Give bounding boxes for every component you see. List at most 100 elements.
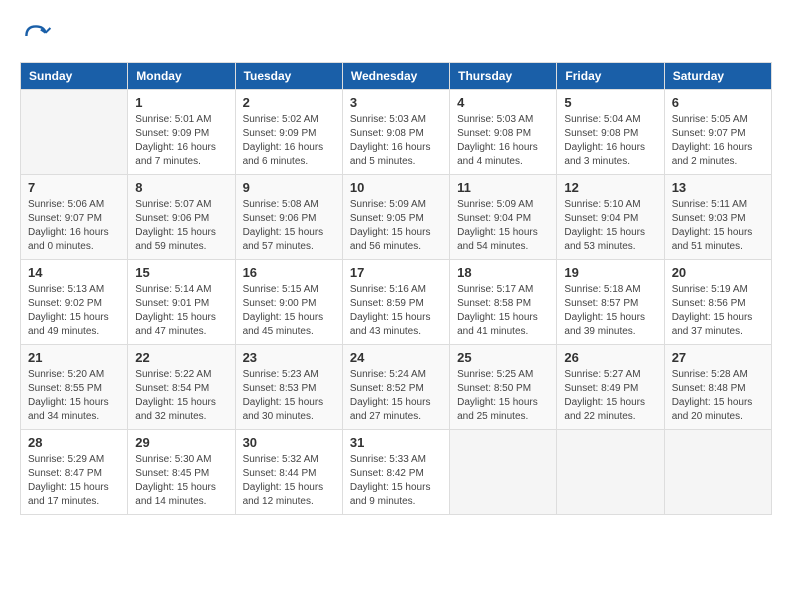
- day-info: Sunrise: 5:02 AM Sunset: 9:09 PM Dayligh…: [243, 113, 335, 169]
- calendar-cell: [450, 430, 557, 515]
- calendar-cell: 31 Sunrise: 5:33 AM Sunset: 8:42 PM Dayli…: [342, 430, 449, 515]
- calendar-cell: 4 Sunrise: 5:03 AM Sunset: 9:08 PM Daylig…: [450, 90, 557, 175]
- weekday-monday: Monday: [128, 63, 235, 90]
- calendar-cell: 24 Sunrise: 5:24 AM Sunset: 8:52 PM Dayli…: [342, 345, 449, 430]
- calendar-cell: 15Sunrise: 5:14 AM Sunset: 9:01 PM Dayli…: [128, 260, 235, 345]
- day-number: 17: [350, 265, 442, 280]
- page-header: [20, 20, 772, 52]
- calendar-cell: 28 Sunrise: 5:29 AM Sunset: 8:47 PM Dayli…: [21, 430, 128, 515]
- day-number: 19: [564, 265, 656, 280]
- weekday-thursday: Thursday: [450, 63, 557, 90]
- calendar-cell: 2 Sunrise: 5:02 AM Sunset: 9:09 PM Daylig…: [235, 90, 342, 175]
- calendar-cell: 10Sunrise: 5:09 AM Sunset: 9:05 PM Dayli…: [342, 175, 449, 260]
- day-number: 4: [457, 95, 549, 110]
- calendar-cell: 21 Sunrise: 5:20 AM Sunset: 8:55 PM Dayli…: [21, 345, 128, 430]
- day-number: 8: [135, 180, 227, 195]
- day-info: Sunrise: 5:07 AM Sunset: 9:06 PM Dayligh…: [135, 198, 227, 254]
- weekday-tuesday: Tuesday: [235, 63, 342, 90]
- day-number: 22: [135, 350, 227, 365]
- calendar-cell: 8 Sunrise: 5:07 AM Sunset: 9:06 PM Daylig…: [128, 175, 235, 260]
- calendar-cell: 25 Sunrise: 5:25 AM Sunset: 8:50 PM Dayli…: [450, 345, 557, 430]
- calendar-cell: 19 Sunrise: 5:18 AM Sunset: 8:57 PM Dayli…: [557, 260, 664, 345]
- calendar-cell: 12 Sunrise: 5:10 AM Sunset: 9:04 PM Dayli…: [557, 175, 664, 260]
- day-number: 7: [28, 180, 120, 195]
- day-info: Sunrise: 5:16 AM Sunset: 8:59 PM Dayligh…: [350, 283, 442, 339]
- day-number: 10: [350, 180, 442, 195]
- day-number: 1: [135, 95, 227, 110]
- day-number: 20: [672, 265, 764, 280]
- calendar-cell: 22 Sunrise: 5:22 AM Sunset: 8:54 PM Dayli…: [128, 345, 235, 430]
- calendar-week-1: 1 Sunrise: 5:01 AM Sunset: 9:09 PM Daylig…: [21, 90, 772, 175]
- calendar-cell: 7Sunrise: 5:06 AM Sunset: 9:07 PM Daylig…: [21, 175, 128, 260]
- day-number: 11: [457, 180, 549, 195]
- day-info: Sunrise: 5:03 AM Sunset: 9:08 PM Dayligh…: [350, 113, 442, 169]
- calendar-cell: 30 Sunrise: 5:32 AM Sunset: 8:44 PM Dayli…: [235, 430, 342, 515]
- day-number: 14: [28, 265, 120, 280]
- calendar-cell: 5Sunrise: 5:04 AM Sunset: 9:08 PM Daylig…: [557, 90, 664, 175]
- day-info: Sunrise: 5:13 AM Sunset: 9:02 PM Dayligh…: [28, 283, 120, 339]
- calendar-cell: 29Sunrise: 5:30 AM Sunset: 8:45 PM Dayli…: [128, 430, 235, 515]
- day-info: Sunrise: 5:29 AM Sunset: 8:47 PM Dayligh…: [28, 453, 120, 509]
- day-info: Sunrise: 5:10 AM Sunset: 9:04 PM Dayligh…: [564, 198, 656, 254]
- day-info: Sunrise: 5:01 AM Sunset: 9:09 PM Dayligh…: [135, 113, 227, 169]
- day-number: 24: [350, 350, 442, 365]
- calendar-cell: 16 Sunrise: 5:15 AM Sunset: 9:00 PM Dayli…: [235, 260, 342, 345]
- day-number: 2: [243, 95, 335, 110]
- day-number: 30: [243, 435, 335, 450]
- weekday-header-row: SundayMondayTuesdayWednesdayThursdayFrid…: [21, 63, 772, 90]
- day-info: Sunrise: 5:33 AM Sunset: 8:42 PM Dayligh…: [350, 453, 442, 509]
- calendar-body: 1 Sunrise: 5:01 AM Sunset: 9:09 PM Daylig…: [21, 90, 772, 515]
- day-number: 23: [243, 350, 335, 365]
- day-number: 12: [564, 180, 656, 195]
- day-info: Sunrise: 5:24 AM Sunset: 8:52 PM Dayligh…: [350, 368, 442, 424]
- day-info: Sunrise: 5:20 AM Sunset: 8:55 PM Dayligh…: [28, 368, 120, 424]
- calendar-week-3: 14 Sunrise: 5:13 AM Sunset: 9:02 PM Dayli…: [21, 260, 772, 345]
- day-info: Sunrise: 5:22 AM Sunset: 8:54 PM Dayligh…: [135, 368, 227, 424]
- calendar-cell: 18 Sunrise: 5:17 AM Sunset: 8:58 PM Dayli…: [450, 260, 557, 345]
- day-number: 25: [457, 350, 549, 365]
- day-info: Sunrise: 5:18 AM Sunset: 8:57 PM Dayligh…: [564, 283, 656, 339]
- day-number: 18: [457, 265, 549, 280]
- calendar-cell: 20 Sunrise: 5:19 AM Sunset: 8:56 PM Dayli…: [664, 260, 771, 345]
- day-info: Sunrise: 5:25 AM Sunset: 8:50 PM Dayligh…: [457, 368, 549, 424]
- calendar-week-4: 21 Sunrise: 5:20 AM Sunset: 8:55 PM Dayli…: [21, 345, 772, 430]
- day-info: Sunrise: 5:08 AM Sunset: 9:06 PM Dayligh…: [243, 198, 335, 254]
- calendar-cell: 1 Sunrise: 5:01 AM Sunset: 9:09 PM Daylig…: [128, 90, 235, 175]
- calendar-cell: 23 Sunrise: 5:23 AM Sunset: 8:53 PM Dayli…: [235, 345, 342, 430]
- day-number: 16: [243, 265, 335, 280]
- day-info: Sunrise: 5:30 AM Sunset: 8:45 PM Dayligh…: [135, 453, 227, 509]
- logo-icon: [20, 20, 52, 52]
- weekday-wednesday: Wednesday: [342, 63, 449, 90]
- calendar-week-2: 7Sunrise: 5:06 AM Sunset: 9:07 PM Daylig…: [21, 175, 772, 260]
- day-info: Sunrise: 5:17 AM Sunset: 8:58 PM Dayligh…: [457, 283, 549, 339]
- calendar-cell: 14 Sunrise: 5:13 AM Sunset: 9:02 PM Dayli…: [21, 260, 128, 345]
- day-number: 31: [350, 435, 442, 450]
- calendar-table: SundayMondayTuesdayWednesdayThursdayFrid…: [20, 62, 772, 515]
- calendar-cell: 17 Sunrise: 5:16 AM Sunset: 8:59 PM Dayli…: [342, 260, 449, 345]
- day-number: 27: [672, 350, 764, 365]
- day-info: Sunrise: 5:03 AM Sunset: 9:08 PM Dayligh…: [457, 113, 549, 169]
- calendar-cell: [664, 430, 771, 515]
- day-info: Sunrise: 5:09 AM Sunset: 9:04 PM Dayligh…: [457, 198, 549, 254]
- calendar-cell: [557, 430, 664, 515]
- calendar-cell: 26 Sunrise: 5:27 AM Sunset: 8:49 PM Dayli…: [557, 345, 664, 430]
- day-info: Sunrise: 5:23 AM Sunset: 8:53 PM Dayligh…: [243, 368, 335, 424]
- day-number: 13: [672, 180, 764, 195]
- logo: [20, 20, 58, 52]
- weekday-saturday: Saturday: [664, 63, 771, 90]
- day-number: 26: [564, 350, 656, 365]
- day-info: Sunrise: 5:04 AM Sunset: 9:08 PM Dayligh…: [564, 113, 656, 169]
- calendar-cell: 6 Sunrise: 5:05 AM Sunset: 9:07 PM Daylig…: [664, 90, 771, 175]
- day-number: 21: [28, 350, 120, 365]
- day-number: 28: [28, 435, 120, 450]
- day-info: Sunrise: 5:32 AM Sunset: 8:44 PM Dayligh…: [243, 453, 335, 509]
- calendar-cell: 3Sunrise: 5:03 AM Sunset: 9:08 PM Daylig…: [342, 90, 449, 175]
- day-number: 6: [672, 95, 764, 110]
- weekday-friday: Friday: [557, 63, 664, 90]
- day-info: Sunrise: 5:05 AM Sunset: 9:07 PM Dayligh…: [672, 113, 764, 169]
- day-info: Sunrise: 5:19 AM Sunset: 8:56 PM Dayligh…: [672, 283, 764, 339]
- day-info: Sunrise: 5:27 AM Sunset: 8:49 PM Dayligh…: [564, 368, 656, 424]
- calendar-cell: [21, 90, 128, 175]
- day-info: Sunrise: 5:15 AM Sunset: 9:00 PM Dayligh…: [243, 283, 335, 339]
- calendar-cell: 13Sunrise: 5:11 AM Sunset: 9:03 PM Dayli…: [664, 175, 771, 260]
